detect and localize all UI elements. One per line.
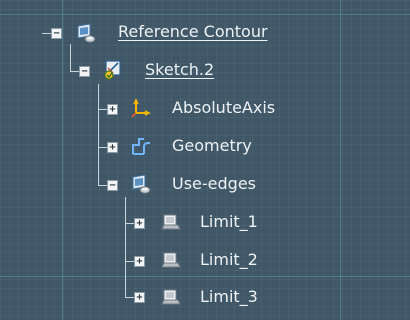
limit-icon[interactable] [160,286,182,308]
collapse-toggle[interactable]: − [79,66,90,77]
tree-connector [125,197,126,297]
expand-toggle[interactable]: + [134,292,145,303]
tree-node-use-edges[interactable]: Use-edges [172,174,256,194]
grid-line [62,0,63,320]
grid-line [0,276,410,277]
sketch-icon[interactable] [102,58,124,80]
expand-toggle[interactable]: + [134,256,145,267]
limit-icon[interactable] [160,211,182,233]
tree-node-limit-1[interactable]: Limit_1 [200,212,258,232]
tree-node-limit-2[interactable]: Limit_2 [200,250,258,270]
grid-line [340,0,341,320]
collapse-toggle[interactable]: − [107,180,118,191]
tree-connector [98,84,99,185]
collapse-toggle[interactable]: − [51,28,62,39]
grid-line [0,14,410,15]
tree-connector [70,44,71,71]
expand-toggle[interactable]: + [134,218,145,229]
use-edges-icon[interactable] [130,173,152,195]
tree-node-sketch-2[interactable]: Sketch.2 [145,60,214,80]
tree-node-geometry[interactable]: Geometry [172,136,252,156]
tree-node-limit-3[interactable]: Limit_3 [200,287,258,307]
geometry-icon[interactable] [130,135,152,157]
limit-icon[interactable] [160,249,182,271]
tree-node-reference-contour[interactable]: Reference Contour [118,22,268,42]
expand-toggle[interactable]: + [107,104,118,115]
axis-icon[interactable] [130,97,152,119]
specification-tree-viewport: − Reference Contour − Sketch.2 + Absolut… [0,0,410,320]
expand-toggle[interactable]: + [107,142,118,153]
tree-node-absolute-axis[interactable]: AbsoluteAxis [172,98,275,118]
part-body-icon[interactable] [75,22,97,44]
